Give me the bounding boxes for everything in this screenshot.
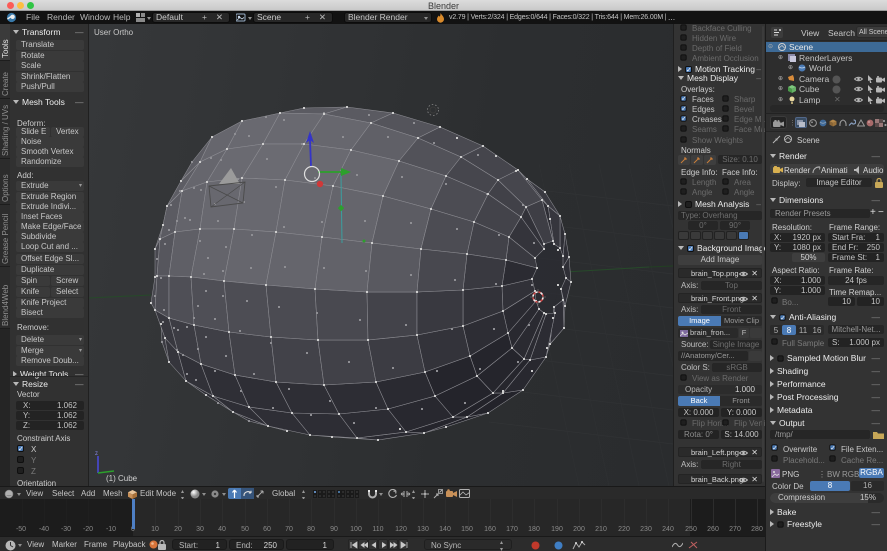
svg-text:z: z bbox=[95, 451, 98, 457]
